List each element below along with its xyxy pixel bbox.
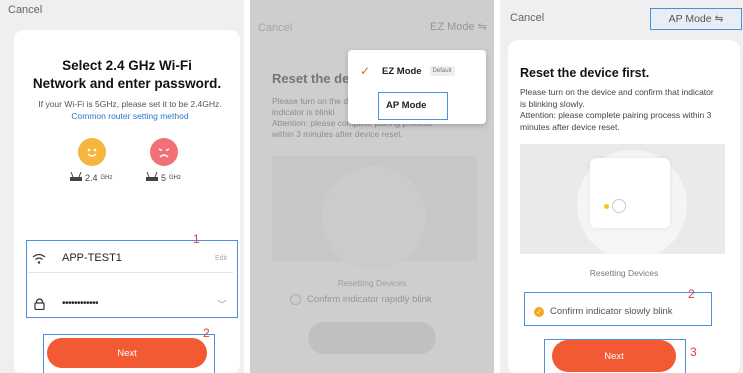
wifi-hint: If your Wi-Fi is 5GHz, please set it to …	[30, 98, 230, 122]
page-title: Reset the device first.	[520, 66, 650, 80]
ap-mode-screen: Cancel AP Mode ⇋ 1 Reset the device firs…	[500, 0, 743, 373]
device-image	[590, 158, 670, 228]
wifi-form-card: Select 2.4 GHz Wi-Fi Network and enter p…	[14, 30, 240, 373]
freq-24ghz: 2.4 GHz	[70, 171, 113, 183]
freq-5ghz: 5 GHz	[146, 171, 181, 183]
checked-radio-icon: ✓	[534, 306, 544, 317]
device-illustration	[520, 144, 725, 254]
confirm-slow-blink[interactable]: ✓ Confirm indicator slowly blink	[534, 306, 672, 317]
reset-card: Reset the device first. Please turn on t…	[508, 40, 740, 373]
router-icon	[70, 171, 82, 183]
check-icon: ✓	[360, 64, 371, 78]
page-title: Select 2.4 GHz Wi-Fi Network and enter p…	[14, 57, 240, 93]
mode-dropdown: ✓ EZ Mode Default AP Mode	[348, 50, 486, 124]
indicator-led-icon	[604, 204, 609, 209]
highlight-box-2	[43, 334, 215, 373]
default-badge: Default	[429, 66, 455, 76]
annotation-1: 1	[193, 232, 200, 246]
hint-text: If your Wi-Fi is 5GHz, please set it to …	[38, 99, 222, 109]
router-icon	[146, 171, 158, 183]
happy-face-icon	[78, 138, 106, 166]
cancel-button[interactable]: Cancel	[8, 4, 42, 16]
sad-face-icon	[150, 138, 178, 166]
annotation-2: 2	[688, 287, 695, 301]
power-button-icon	[612, 199, 626, 213]
dropdown-ez-mode[interactable]: ✓ EZ Mode Default	[348, 56, 486, 86]
next-button[interactable]: Next	[552, 340, 676, 372]
swap-icon: ⇋	[714, 13, 724, 25]
highlight-box-ap	[378, 92, 448, 120]
annotation-3: 3	[690, 345, 697, 359]
router-setting-link[interactable]: Common router setting method	[71, 111, 188, 121]
wifi-select-screen: Cancel Select 2.4 GHz Wi-Fi Network and …	[0, 0, 244, 373]
annotation-2: 2	[203, 326, 210, 340]
title-line-1: Select 2.4 GHz Wi-Fi	[62, 58, 192, 73]
highlight-box-1	[26, 240, 238, 318]
ez-mode-dropdown-screen: Cancel EZ Mode ⇋ Reset the de Please tur…	[250, 0, 494, 373]
cancel-button[interactable]: Cancel	[510, 12, 544, 24]
title-line-2: Network and enter password.	[32, 76, 222, 91]
resetting-devices-link[interactable]: Resetting Devices	[508, 268, 740, 278]
reset-hint: Please turn on the device and confirm th…	[520, 87, 714, 132]
mode-selector[interactable]: AP Mode ⇋	[650, 8, 742, 30]
